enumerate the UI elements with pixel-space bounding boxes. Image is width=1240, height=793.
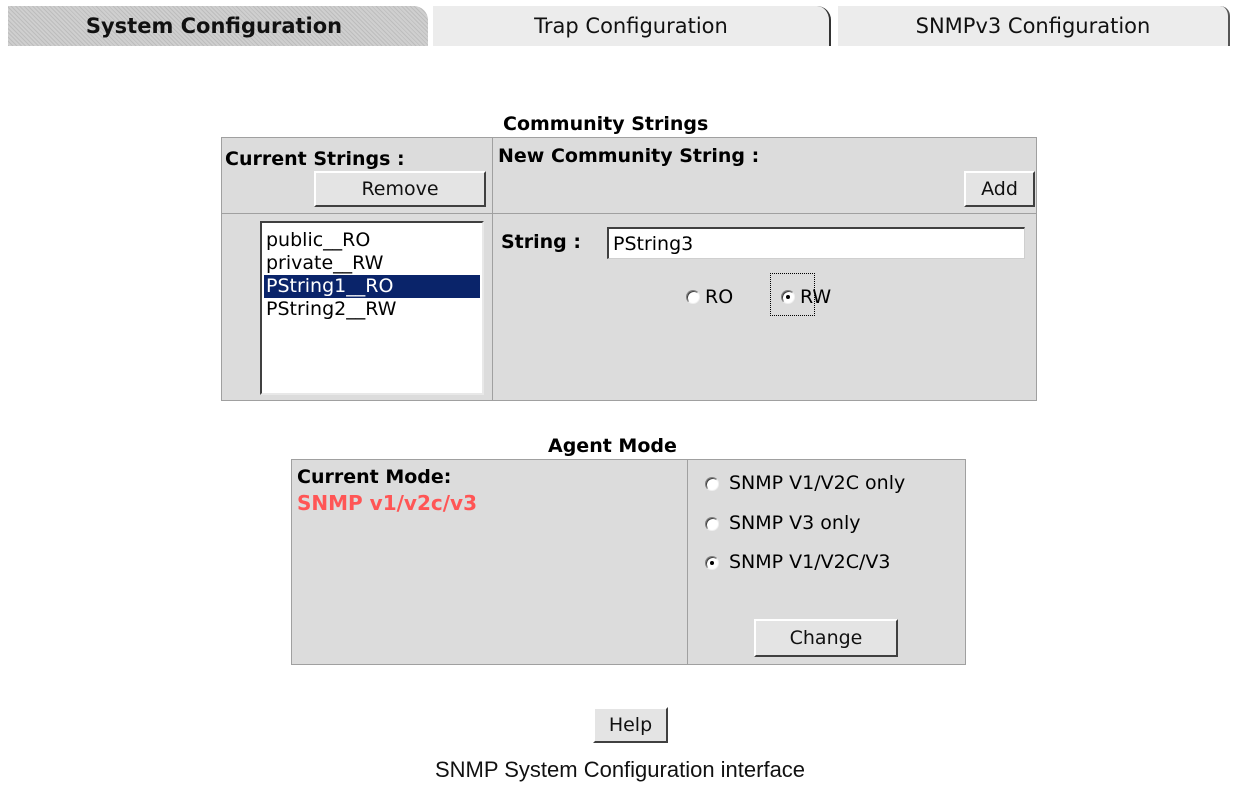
mode-v3-radio[interactable]	[705, 517, 719, 531]
divider	[222, 213, 1036, 214]
list-item[interactable]: public__RO	[264, 229, 482, 252]
community-strings-panel: Current Strings : Remove New Community S…	[221, 137, 1037, 401]
community-strings-title: Community Strings	[503, 113, 709, 135]
access-rw-radio[interactable]	[781, 290, 795, 304]
access-ro-radio[interactable]	[686, 290, 700, 304]
agent-mode-title: Agent Mode	[548, 435, 677, 457]
mode-v3-label: SNMP V3 only	[729, 512, 861, 534]
tab-bar: System Configuration Trap Configuration …	[8, 6, 1230, 46]
community-strings-list[interactable]: public__RO private__RW PString1__RO PStr…	[260, 221, 484, 395]
divider	[687, 460, 688, 664]
current-mode-label: Current Mode:	[297, 466, 452, 488]
mode-v1-v2c-v3-label: SNMP V1/V2C/V3	[729, 551, 891, 573]
tab-system-configuration[interactable]: System Configuration	[8, 6, 428, 46]
string-input[interactable]	[607, 227, 1025, 259]
remove-button[interactable]: Remove	[314, 171, 486, 207]
access-rw-label: RW	[800, 286, 832, 308]
help-button[interactable]: Help	[593, 707, 668, 743]
mode-v1-v2c-v3-radio[interactable]	[705, 556, 719, 570]
agent-mode-panel: Current Mode: SNMP v1/v2c/v3 SNMP V1/V2C…	[291, 459, 966, 665]
add-button[interactable]: Add	[964, 171, 1035, 207]
change-button[interactable]: Change	[754, 619, 898, 657]
list-item[interactable]: private__RW	[264, 252, 482, 275]
list-item-selected[interactable]: PString1__RO	[264, 275, 480, 298]
mode-v1-v2c-label: SNMP V1/V2C only	[729, 472, 906, 494]
current-mode-value: SNMP v1/v2c/v3	[297, 491, 477, 515]
figure-caption: SNMP System Configuration interface	[434, 757, 806, 782]
tab-trap-configuration[interactable]: Trap Configuration	[433, 6, 831, 46]
string-label: String :	[501, 231, 581, 253]
current-strings-label: Current Strings :	[225, 148, 405, 170]
mode-v1-v2c-radio[interactable]	[705, 477, 719, 491]
divider	[492, 138, 493, 400]
access-ro-label: RO	[705, 286, 734, 308]
tab-snmpv3-configuration[interactable]: SNMPv3 Configuration	[838, 6, 1230, 46]
list-item[interactable]: PString2__RW	[264, 298, 482, 321]
new-community-string-label: New Community String :	[498, 145, 760, 167]
